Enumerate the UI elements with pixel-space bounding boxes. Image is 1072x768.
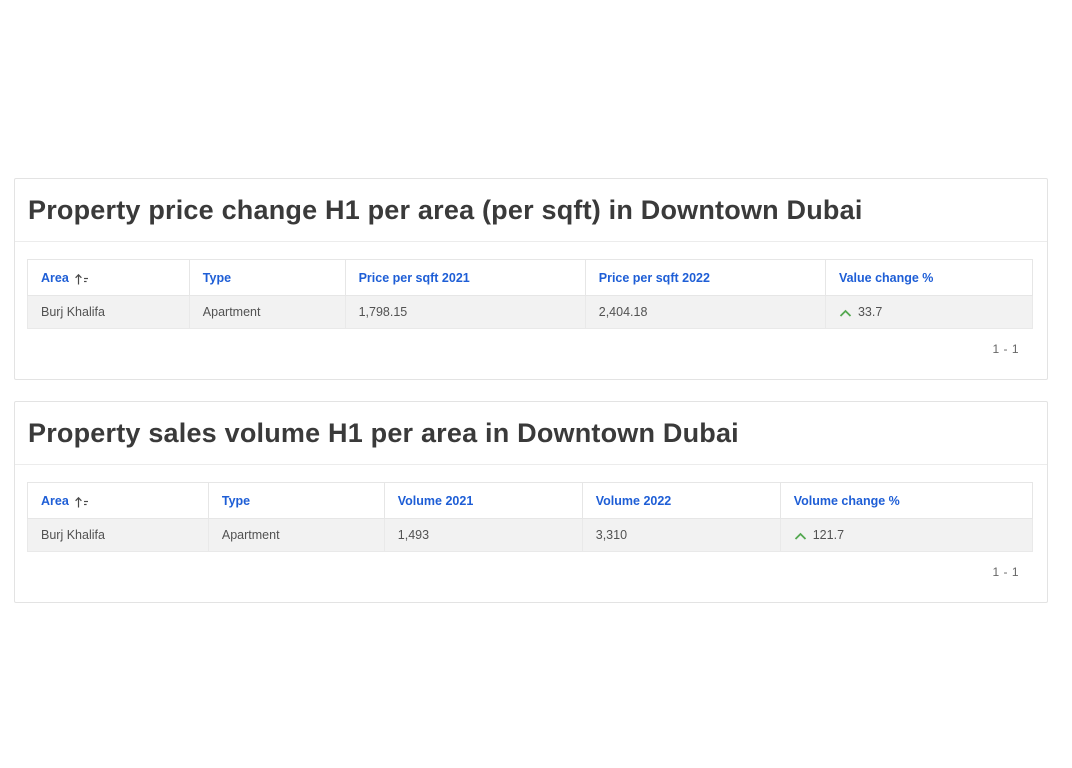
cell-area: Burj Khalifa <box>28 296 190 329</box>
cell-type: Apartment <box>189 296 345 329</box>
chevron-up-icon <box>839 309 852 318</box>
cell-area: Burj Khalifa <box>28 519 209 552</box>
cell-volume-2021: 1,493 <box>384 519 582 552</box>
cell-price-2021: 1,798.15 <box>345 296 585 329</box>
sort-ascending-icon[interactable] <box>74 496 89 509</box>
cell-value-change: 33.7 <box>825 296 1032 329</box>
sort-ascending-icon[interactable] <box>74 273 89 286</box>
price-change-card: Property price change H1 per area (per s… <box>14 178 1048 380</box>
cell-volume-change: 121.7 <box>780 519 1032 552</box>
change-value: 121.7 <box>813 528 844 542</box>
column-header-type[interactable]: Type <box>208 483 384 519</box>
sales-volume-title: Property sales volume H1 per area in Dow… <box>15 402 1047 465</box>
cell-price-2022: 2,404.18 <box>585 296 825 329</box>
cell-type: Apartment <box>208 519 384 552</box>
sales-volume-table-area: Area <box>15 465 1047 602</box>
page: Property price change H1 per area (per s… <box>0 0 1072 603</box>
change-value: 33.7 <box>858 305 882 319</box>
pagination: 1 - 1 <box>27 329 1033 379</box>
column-header-volume-2022[interactable]: Volume 2022 <box>582 483 780 519</box>
column-header-value-change[interactable]: Value change % <box>825 260 1032 296</box>
pagination: 1 - 1 <box>27 552 1033 602</box>
column-header-volume-2021[interactable]: Volume 2021 <box>384 483 582 519</box>
column-header-volume-change[interactable]: Volume change % <box>780 483 1032 519</box>
column-header-area[interactable]: Area <box>28 483 209 519</box>
column-header-label: Area <box>41 494 69 508</box>
sales-volume-table: Area <box>27 482 1033 552</box>
price-change-table: Area <box>27 259 1033 329</box>
column-header-area[interactable]: Area <box>28 260 190 296</box>
header-row: Area <box>28 260 1033 296</box>
column-header-type[interactable]: Type <box>189 260 345 296</box>
table-row: Burj Khalifa Apartment 1,798.15 2,404.18 <box>28 296 1033 329</box>
column-header-price-2022[interactable]: Price per sqft 2022 <box>585 260 825 296</box>
header-row: Area <box>28 483 1033 519</box>
price-change-title: Property price change H1 per area (per s… <box>15 179 1047 242</box>
column-header-price-2021[interactable]: Price per sqft 2021 <box>345 260 585 296</box>
column-header-label: Area <box>41 271 69 285</box>
cell-volume-2022: 3,310 <box>582 519 780 552</box>
chevron-up-icon <box>794 532 807 541</box>
price-change-table-area: Area <box>15 242 1047 379</box>
sales-volume-card: Property sales volume H1 per area in Dow… <box>14 401 1048 603</box>
table-row: Burj Khalifa Apartment 1,493 3,310 <box>28 519 1033 552</box>
